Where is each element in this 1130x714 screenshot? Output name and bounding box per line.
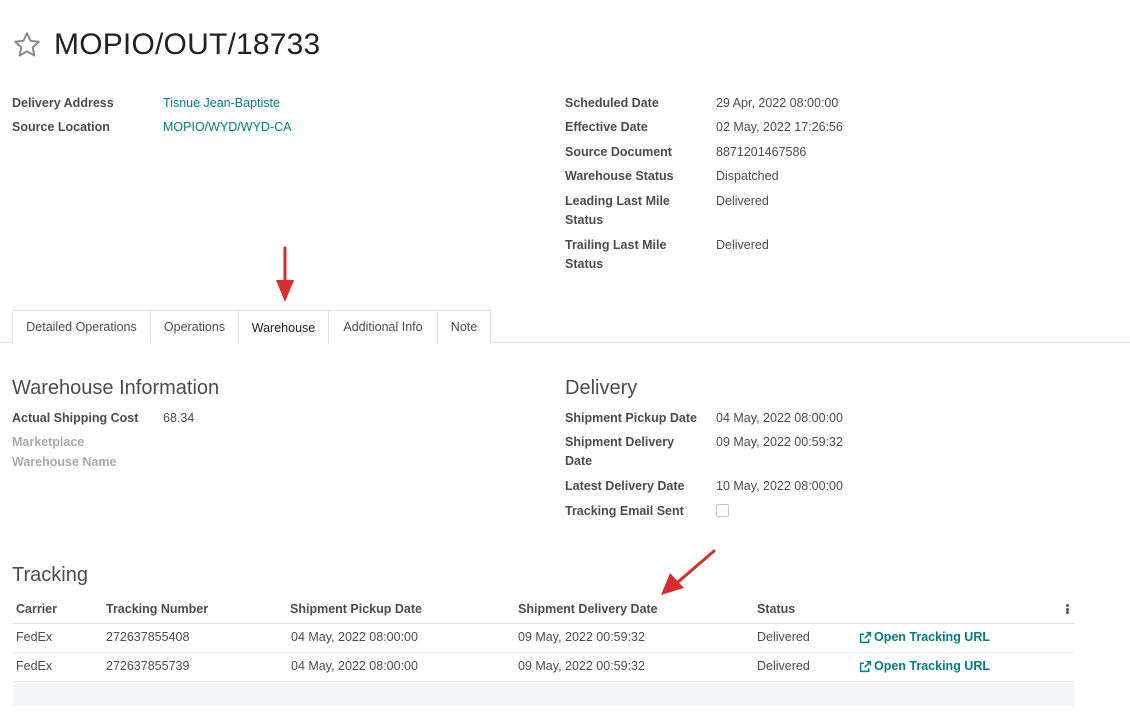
warehouse-name-label: Warehouse Name bbox=[12, 455, 117, 469]
warehouse-status-label: Warehouse Status bbox=[565, 169, 674, 183]
scheduled-date-label: Scheduled Date bbox=[565, 96, 659, 110]
source-document-label: Source Document bbox=[565, 145, 672, 159]
source-document-value: 8871201467586 bbox=[716, 145, 807, 159]
leading-last-mile-label-line2: Status bbox=[565, 213, 604, 227]
table-row[interactable]: FedEx 272637855408 04 May, 2022 08:00:00… bbox=[13, 624, 1074, 653]
column-shipment-pickup-date[interactable]: Shipment Pickup Date bbox=[290, 602, 422, 616]
tracking-email-sent-label: Tracking Email Sent bbox=[565, 504, 684, 518]
record-header: MOPIO/OUT/18733 bbox=[12, 28, 320, 62]
external-link-icon bbox=[859, 631, 872, 643]
annotation-arrow-down bbox=[276, 246, 294, 302]
delivery-address-link[interactable]: Tisnue Jean-Baptiste bbox=[163, 94, 280, 113]
tracking-title: Tracking bbox=[12, 564, 88, 586]
delivery-date-cell: 09 May, 2022 00:59:32 bbox=[518, 630, 645, 644]
status-cell: Delivered bbox=[757, 659, 810, 673]
tab-detailed-operations[interactable]: Detailed Operations bbox=[12, 310, 151, 343]
shipment-delivery-date-label-line1: Shipment Delivery bbox=[565, 435, 675, 449]
star-icon[interactable] bbox=[12, 30, 42, 60]
tab-warehouse[interactable]: Warehouse bbox=[238, 310, 329, 344]
source-location-link[interactable]: MOPIO/WYD/WYD-CA bbox=[163, 118, 291, 137]
delivery-date-cell: 09 May, 2022 00:59:32 bbox=[518, 659, 645, 673]
tab-note[interactable]: Note bbox=[437, 310, 491, 343]
open-tracking-url-label: Open Tracking URL bbox=[874, 630, 990, 644]
column-carrier[interactable]: Carrier bbox=[16, 602, 57, 616]
leading-last-mile-value: Delivered bbox=[716, 194, 769, 208]
leading-last-mile-label: Leading Last Mile Status bbox=[565, 192, 670, 230]
latest-delivery-date-value: 10 May, 2022 08:00:00 bbox=[716, 479, 843, 493]
trailing-last-mile-value: Delivered bbox=[716, 238, 769, 252]
external-link-icon bbox=[859, 660, 872, 672]
tracking-table: Carrier Tracking Number Shipment Pickup … bbox=[13, 596, 1074, 706]
column-tracking-number[interactable]: Tracking Number bbox=[106, 602, 208, 616]
tracking-email-sent-checkbox[interactable] bbox=[716, 504, 729, 517]
status-cell: Delivered bbox=[757, 630, 810, 644]
delivery-title: Delivery bbox=[565, 377, 638, 399]
tracking-table-header: Carrier Tracking Number Shipment Pickup … bbox=[13, 596, 1074, 624]
carrier-cell: FedEx bbox=[16, 659, 53, 673]
table-row[interactable]: FedEx 272637855739 04 May, 2022 08:00:00… bbox=[13, 653, 1074, 682]
shipment-delivery-date-label: Shipment Delivery Date bbox=[565, 433, 674, 471]
trailing-last-mile-label-line2: Status bbox=[565, 257, 604, 271]
notebook-tabs: Detailed Operations Operations Warehouse… bbox=[0, 310, 1130, 344]
tab-operations[interactable]: Operations bbox=[150, 310, 239, 343]
pickup-date-cell: 04 May, 2022 08:00:00 bbox=[291, 659, 418, 673]
shipment-pickup-date-label: Shipment Pickup Date bbox=[565, 411, 697, 425]
carrier-cell: FedEx bbox=[16, 630, 53, 644]
tracking-number-cell: 272637855408 bbox=[106, 630, 190, 644]
open-tracking-url-label: Open Tracking URL bbox=[874, 659, 990, 673]
shipment-delivery-date-value: 09 May, 2022 00:59:32 bbox=[716, 435, 843, 449]
leading-last-mile-label-line1: Leading Last Mile bbox=[565, 194, 670, 208]
open-tracking-url-link[interactable]: Open Tracking URL bbox=[859, 630, 990, 644]
shipment-pickup-date-value: 04 May, 2022 08:00:00 bbox=[716, 411, 843, 425]
open-tracking-url-link[interactable]: Open Tracking URL bbox=[859, 659, 990, 673]
page-title: MOPIO/OUT/18733 bbox=[54, 28, 321, 61]
source-location-label: Source Location bbox=[12, 120, 110, 134]
warehouse-status-value: Dispatched bbox=[716, 169, 779, 183]
column-shipment-delivery-date[interactable]: Shipment Delivery Date bbox=[518, 602, 658, 616]
latest-delivery-date-label: Latest Delivery Date bbox=[565, 479, 685, 493]
actual-shipping-cost-value: 68.34 bbox=[163, 411, 195, 425]
effective-date-value: 02 May, 2022 17:26:56 bbox=[716, 120, 843, 134]
delivery-address-label: Delivery Address bbox=[12, 96, 114, 110]
kebab-icon[interactable] bbox=[1062, 602, 1072, 616]
trailing-last-mile-label: Trailing Last Mile Status bbox=[565, 236, 666, 274]
effective-date-label: Effective Date bbox=[565, 120, 648, 134]
shipment-delivery-date-label-line2: Date bbox=[565, 454, 593, 468]
tracking-number-cell: 272637855739 bbox=[106, 659, 190, 673]
marketplace-label: Marketplace bbox=[12, 435, 85, 449]
table-footer bbox=[13, 682, 1074, 706]
trailing-last-mile-label-line1: Trailing Last Mile bbox=[565, 238, 667, 252]
pickup-date-cell: 04 May, 2022 08:00:00 bbox=[291, 630, 418, 644]
scheduled-date-value: 29 Apr, 2022 08:00:00 bbox=[716, 96, 839, 110]
annotation-arrow-diagonal bbox=[661, 549, 716, 595]
actual-shipping-cost-label: Actual Shipping Cost bbox=[12, 411, 139, 425]
tab-additional-info[interactable]: Additional Info bbox=[328, 310, 438, 343]
column-status[interactable]: Status bbox=[757, 602, 795, 616]
warehouse-info-title: Warehouse Information bbox=[12, 377, 220, 399]
